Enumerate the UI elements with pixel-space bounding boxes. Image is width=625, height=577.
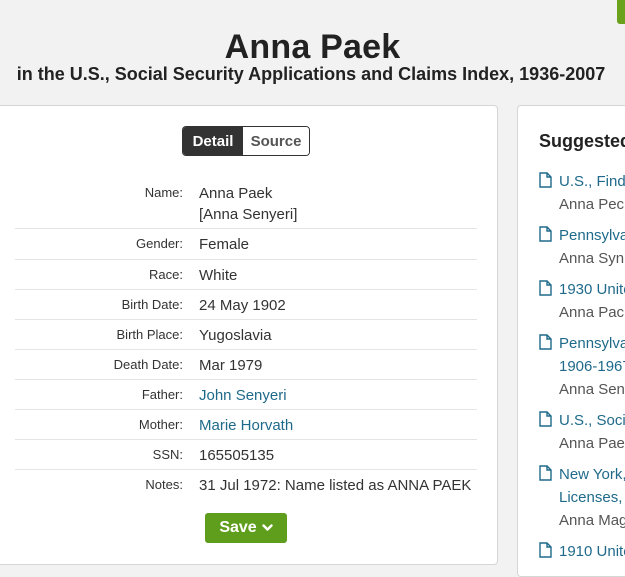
save-button-label: Save (219, 519, 257, 536)
field-label: Birth Place: (116, 327, 183, 342)
field-label: Mother: (138, 417, 183, 432)
field-label: SSN: (152, 447, 183, 462)
suggested-link[interactable]: Pennsylva (559, 332, 625, 355)
name-value: Anna Paek (199, 185, 273, 202)
top-accent-bar (617, 0, 625, 24)
tab-source[interactable]: Source (243, 127, 309, 155)
suggested-link[interactable]: U.S., Socia (559, 409, 625, 432)
suggested-item: 1930 Unite Anna Pack (539, 278, 625, 324)
field-label: Notes: (145, 477, 183, 492)
suggested-item: U.S., Socia Anna Paek (539, 409, 625, 455)
field-label: Birth Date: (121, 297, 183, 312)
suggested-link[interactable]: 1930 Unite (559, 278, 625, 301)
field-value: John Senyeri (199, 380, 287, 406)
field-row-gender: Gender: Female (15, 229, 477, 260)
suggested-item: New York, Licenses, 1 Anna Mag (539, 463, 625, 532)
suggested-item: Pennsylva 1906-1967 Anna Senn (539, 332, 625, 401)
field-row-mother: Mother: Marie Horvath (15, 410, 477, 440)
document-icon (539, 226, 552, 242)
suggested-link[interactable]: 1910 Unite (559, 540, 625, 563)
suggested-records-card: Suggested U.S., Find Anna Peck Pennsylva… (517, 105, 625, 577)
field-value: Yugoslavia (199, 327, 272, 344)
field-label: Race: (149, 267, 183, 282)
suggested-list: U.S., Find Anna Peck Pennsylva Anna Syni… (539, 170, 625, 571)
detail-source-toggle: Detail Source (182, 126, 310, 156)
suggested-title: Suggested (539, 131, 625, 151)
field-row-notes: Notes: 31 Jul 1972: Name listed as ANNA … (15, 470, 477, 501)
suggested-link[interactable]: Pennsylva (559, 224, 625, 247)
field-row-name: Name: Anna Paek [Anna Senyeri] (15, 178, 477, 229)
document-icon (539, 465, 552, 481)
suggested-link[interactable]: U.S., Find (559, 170, 625, 193)
field-value: Anna Paek [Anna Senyeri] (199, 178, 297, 225)
field-row-birth-place: Birth Place: Yugoslavia (15, 320, 477, 350)
suggested-person: Anna Mag (559, 512, 625, 529)
save-button[interactable]: Save (205, 513, 287, 543)
suggested-person: Anna Senn (559, 381, 625, 398)
document-icon (539, 542, 552, 558)
field-value: 31 Jul 1972: Name listed as ANNA PAEK (199, 477, 472, 494)
tab-detail[interactable]: Detail (183, 127, 243, 155)
suggested-person: Anna Syni (559, 250, 625, 267)
field-value: 24 May 1902 (199, 297, 286, 314)
document-icon (539, 280, 552, 296)
field-row-birth-date: Birth Date: 24 May 1902 (15, 290, 477, 320)
field-label: Gender: (136, 236, 183, 251)
suggested-person: Anna Peck (559, 196, 625, 213)
record-fields: Name: Anna Paek [Anna Senyeri] Gender: F… (15, 178, 477, 501)
suggested-link-line2[interactable]: Licenses, 1 (559, 486, 625, 509)
document-icon (539, 334, 552, 350)
mother-link[interactable]: Marie Horvath (199, 417, 293, 434)
page-title: Anna Paek (224, 28, 401, 66)
field-row-death-date: Death Date: Mar 1979 (15, 350, 477, 380)
field-value: Marie Horvath (199, 410, 293, 436)
father-link[interactable]: John Senyeri (199, 387, 287, 404)
alternate-name-value: [Anna Senyeri] (199, 206, 298, 223)
suggested-item: Pennsylva Anna Syni (539, 224, 625, 270)
field-row-father: Father: John Senyeri (15, 380, 477, 410)
field-label: Father: (141, 387, 183, 402)
chevron-down-icon (261, 524, 273, 531)
field-label: Death Date: (113, 357, 183, 372)
document-icon (539, 411, 552, 427)
suggested-person: Anna Pack (559, 304, 625, 321)
field-row-ssn: SSN: 165505135 (15, 440, 477, 470)
field-value: White (199, 267, 238, 284)
field-value: 165505135 (199, 447, 275, 464)
document-icon (539, 172, 552, 188)
suggested-link[interactable]: New York, (559, 463, 625, 486)
suggested-item: U.S., Find Anna Peck (539, 170, 625, 216)
field-value: Female (199, 236, 250, 253)
field-row-race: Race: White (15, 260, 477, 290)
suggested-item: 1910 Unite (539, 540, 625, 563)
field-value: Mar 1979 (199, 357, 263, 374)
suggested-person: Anna Paek (559, 435, 625, 452)
field-label: Name: (144, 185, 183, 200)
suggested-link-line2[interactable]: 1906-1967 (559, 355, 625, 378)
page-subtitle: in the U.S., Social Security Application… (16, 64, 606, 84)
record-detail-card: Detail Source Name: Anna Paek [Anna Seny… (0, 105, 498, 565)
